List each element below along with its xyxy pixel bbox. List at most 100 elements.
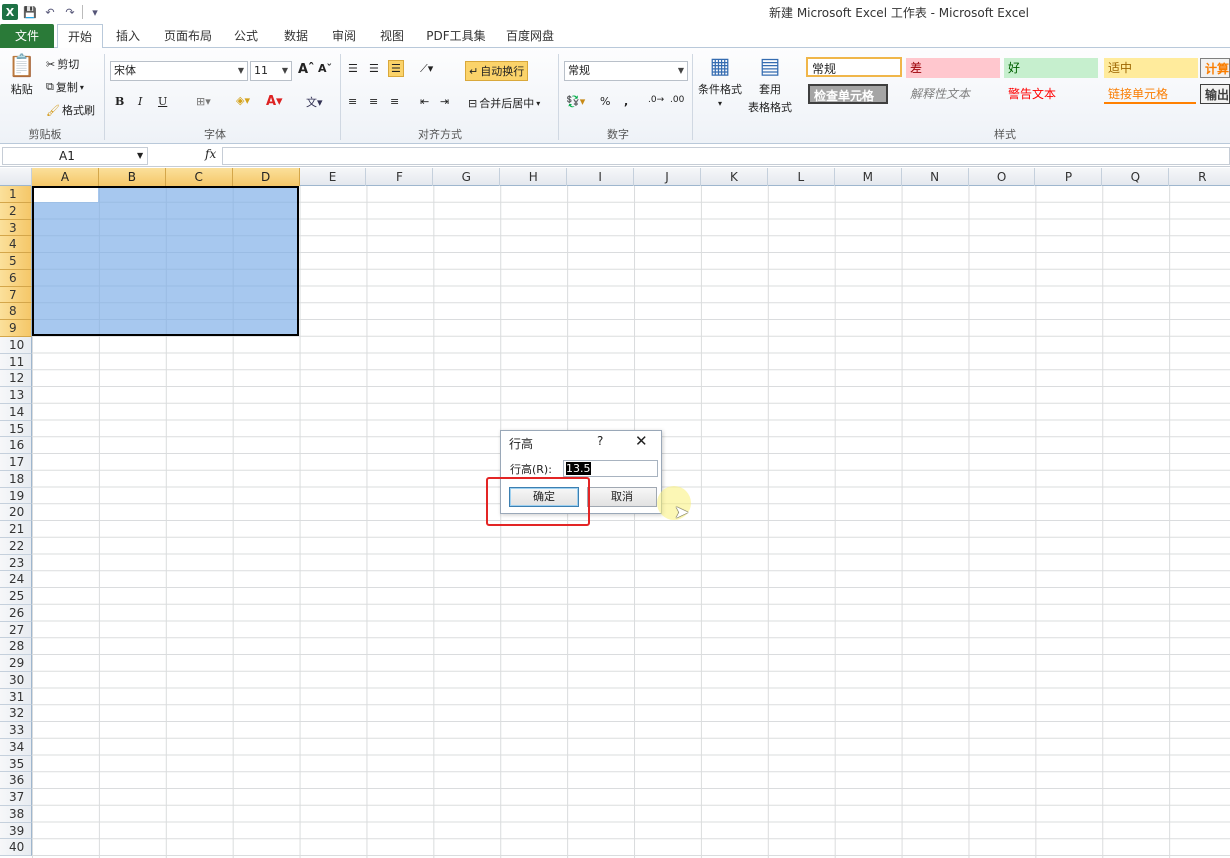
help-icon[interactable]: ? (597, 434, 603, 448)
row-header[interactable]: 28 (0, 638, 32, 655)
column-header[interactable]: E (300, 168, 367, 186)
row-header[interactable]: 14 (0, 403, 32, 421)
copy-button[interactable]: ⧉ 复制 ▾ (46, 79, 84, 95)
column-header[interactable]: I (567, 168, 635, 186)
row-header[interactable]: 12 (0, 370, 32, 387)
redo-icon[interactable]: ↷ (62, 4, 78, 20)
row-header[interactable]: 16 (0, 437, 32, 454)
active-cell-a1[interactable] (34, 188, 98, 202)
font-color-button[interactable]: A▾ (266, 94, 283, 109)
column-header[interactable]: C (165, 168, 233, 186)
row-header[interactable]: 36 (0, 772, 32, 789)
column-header[interactable]: K (701, 168, 768, 186)
style-output[interactable]: 输出 (1200, 84, 1230, 104)
row-header[interactable]: 5 (0, 253, 32, 270)
column-header[interactable]: O (969, 168, 1036, 186)
align-right-button[interactable]: ≡ (390, 95, 399, 108)
row-header[interactable]: 25 (0, 588, 32, 605)
comma-button[interactable]: , (624, 95, 628, 108)
row-header[interactable]: 8 (0, 303, 32, 320)
insert-function-icon[interactable]: fx (205, 147, 216, 161)
column-header[interactable]: P (1036, 168, 1103, 186)
row-header[interactable]: 13 (0, 387, 32, 404)
tab-file[interactable]: 文件 (0, 24, 54, 48)
column-header[interactable]: J (634, 168, 701, 186)
column-header[interactable]: L (768, 168, 835, 186)
column-header[interactable]: B (98, 168, 166, 186)
italic-button[interactable]: I (138, 95, 142, 108)
row-header[interactable]: 2 (0, 202, 32, 220)
align-left-button[interactable]: ≡ (348, 95, 357, 108)
name-box[interactable]: A1 ▼ (2, 147, 148, 165)
tab-review[interactable]: 审阅 (326, 24, 362, 48)
conditional-format-button[interactable]: ▦ 条件格式 ▾ (698, 54, 742, 108)
style-explanatory[interactable]: 解释性文本 (906, 84, 1000, 104)
increase-indent-button[interactable]: ⇥ (440, 95, 449, 108)
column-header[interactable]: D (232, 168, 300, 186)
tab-insert[interactable]: 插入 (108, 24, 148, 48)
column-header[interactable]: R (1169, 168, 1230, 186)
row-header[interactable]: 32 (0, 705, 32, 722)
decrease-decimal-button[interactable]: .00 (670, 95, 684, 105)
column-header[interactable]: M (835, 168, 902, 186)
style-bad[interactable]: 差 (906, 58, 1000, 78)
row-header[interactable]: 1 (0, 186, 32, 203)
row-header[interactable]: 11 (0, 353, 32, 371)
tab-home[interactable]: 开始 (57, 24, 103, 49)
number-format-combo[interactable]: 常规 ▼ (564, 61, 688, 81)
font-size-combo[interactable]: 11 ▼ (250, 61, 292, 81)
cancel-button[interactable]: 取消 (587, 487, 657, 507)
row-header[interactable]: 37 (0, 789, 32, 806)
underline-button[interactable]: U (158, 95, 167, 108)
row-header[interactable]: 9 (0, 320, 32, 337)
row-header[interactable]: 39 (0, 822, 32, 840)
tab-formulas[interactable]: 公式 (228, 24, 264, 48)
row-header[interactable]: 40 (0, 839, 32, 856)
borders-button[interactable]: ⊞▾ (196, 95, 211, 108)
row-header[interactable]: 21 (0, 521, 32, 538)
column-header[interactable]: F (367, 168, 434, 186)
tab-page-layout[interactable]: 页面布局 (160, 24, 216, 48)
row-header[interactable]: 7 (0, 286, 32, 304)
row-header[interactable]: 26 (0, 604, 32, 622)
row-header[interactable]: 10 (0, 336, 32, 354)
align-bottom-button[interactable]: ☰ (388, 60, 404, 77)
row-header[interactable]: 34 (0, 738, 32, 756)
row-header[interactable]: 31 (0, 688, 32, 706)
row-height-input[interactable]: 13.5 (563, 460, 658, 477)
shrink-font-button[interactable]: Aˇ (318, 62, 332, 75)
decrease-indent-button[interactable]: ⇤ (420, 95, 429, 108)
column-header[interactable]: H (500, 168, 568, 186)
style-check-cell[interactable]: 检查单元格 (808, 84, 888, 104)
font-name-combo[interactable]: 宋体 ▼ (110, 61, 248, 81)
style-linked-cell[interactable]: 链接单元格 (1104, 84, 1196, 104)
formula-input[interactable] (222, 147, 1230, 165)
column-header[interactable]: A (32, 168, 99, 186)
row-header[interactable]: 17 (0, 454, 32, 471)
column-header[interactable]: N (902, 168, 969, 186)
column-header[interactable]: Q (1102, 168, 1170, 186)
style-warning[interactable]: 警告文本 (1004, 84, 1098, 104)
align-center-button[interactable]: ≡ (369, 95, 378, 108)
tab-pdf-tools[interactable]: PDF工具集 (422, 24, 490, 48)
increase-decimal-button[interactable]: .0→ (648, 95, 664, 105)
fill-color-button[interactable]: ◈▾ (236, 94, 250, 107)
row-header[interactable]: 15 (0, 420, 32, 438)
tab-view[interactable]: 视图 (374, 24, 410, 48)
tab-data[interactable]: 数据 (278, 24, 314, 48)
style-good[interactable]: 好 (1004, 58, 1098, 78)
row-header[interactable]: 24 (0, 571, 32, 588)
merge-center-button[interactable]: ⊟ 合并后居中 ▾ (468, 95, 540, 111)
row-header[interactable]: 6 (0, 269, 32, 287)
row-header[interactable]: 18 (0, 470, 32, 488)
row-header[interactable]: 20 (0, 504, 32, 521)
select-all-corner[interactable] (0, 168, 32, 186)
grow-font-button[interactable]: Aˆ (298, 62, 315, 77)
orientation-button[interactable]: ⟋▾ (420, 62, 433, 76)
cut-button[interactable]: ✂ 剪切 (46, 56, 79, 72)
row-header[interactable]: 38 (0, 805, 32, 823)
style-normal[interactable]: 常规 (806, 57, 902, 77)
row-header[interactable]: 22 (0, 537, 32, 555)
format-as-table-button[interactable]: ▤ 套用 表格格式 (748, 54, 792, 115)
row-header[interactable]: 4 (0, 236, 32, 253)
